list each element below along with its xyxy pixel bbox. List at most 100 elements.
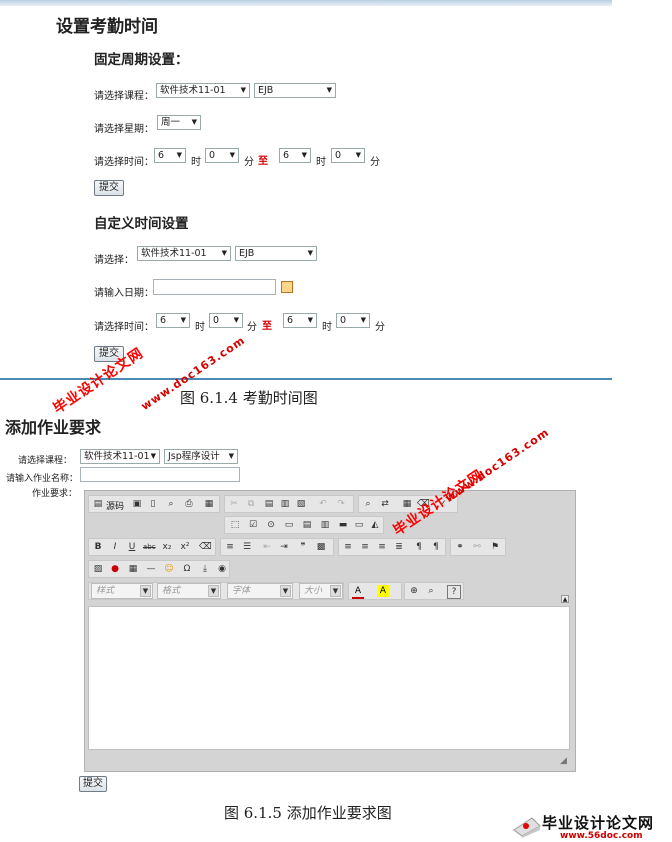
strike-icon[interactable]: abc xyxy=(143,541,156,553)
help-icon[interactable]: ? xyxy=(447,585,461,599)
textfield-icon[interactable]: ▭ xyxy=(283,519,295,531)
rtl-icon[interactable]: ¶ xyxy=(430,541,442,553)
templates-icon[interactable]: ▦ xyxy=(203,498,215,510)
paste-icon[interactable]: ▤ xyxy=(263,498,275,510)
iframe-icon[interactable]: ◉ xyxy=(216,563,228,575)
custom-end-minute-select[interactable]: 0 ▼ xyxy=(336,313,370,328)
image-icon[interactable]: ▨ xyxy=(92,563,104,575)
start-minute-select[interactable]: 0 ▼ xyxy=(205,148,239,163)
unlink-icon[interactable]: ⚯ xyxy=(471,541,483,553)
course-select[interactable]: 软件技术11-01 ▼ xyxy=(156,83,250,98)
indent-icon[interactable]: ⇥ xyxy=(278,541,290,553)
redo-icon[interactable]: ↷ xyxy=(335,498,347,510)
paste-word-icon[interactable]: ▧ xyxy=(295,498,307,510)
page-title: 设置考勤时间 xyxy=(56,17,158,37)
bg-color-icon[interactable]: A xyxy=(377,585,389,597)
bold-icon[interactable]: B xyxy=(92,541,104,553)
maximize-icon[interactable]: ⊕ xyxy=(408,585,420,597)
new-page-icon[interactable]: ▯ xyxy=(147,498,159,510)
style-combo[interactable]: 样式 ▼ xyxy=(91,583,153,599)
preview-icon[interactable]: ⌕ xyxy=(165,498,177,510)
end-hour-select[interactable]: 6 ▼ xyxy=(279,148,311,163)
end-minute-select[interactable]: 0 ▼ xyxy=(331,148,365,163)
button-field-icon[interactable]: ▬ xyxy=(337,519,349,531)
calendar-icon[interactable] xyxy=(281,281,293,293)
custom-course-select[interactable]: 软件技术11-01 ▼ xyxy=(137,246,231,261)
align-center-icon[interactable]: ≡ xyxy=(359,541,371,553)
toolbar-group-links: ⚭ ⚯ ⚑ xyxy=(450,538,506,556)
start-hour-select[interactable]: 6 ▼ xyxy=(154,148,186,163)
source-icon[interactable]: ▤ xyxy=(92,498,104,510)
replace-icon[interactable]: ⇄ xyxy=(379,498,391,510)
custom-start-minute-select[interactable]: 0 ▼ xyxy=(209,313,243,328)
hw-name-input[interactable] xyxy=(80,467,240,482)
find-icon[interactable]: ⌕ xyxy=(362,498,374,510)
chevron-down-icon: ▼ xyxy=(280,585,291,597)
hw-subject-select[interactable]: Jsp程序设计 ▼ xyxy=(164,449,238,464)
radio-icon[interactable]: ⊙ xyxy=(265,519,277,531)
date-input[interactable] xyxy=(153,279,276,295)
flash-icon[interactable]: ● xyxy=(109,563,121,575)
custom-start-hour-select[interactable]: 6 ▼ xyxy=(156,313,190,328)
text-color-icon[interactable]: A xyxy=(352,585,364,599)
align-left-icon[interactable]: ≡ xyxy=(342,541,354,553)
figure-caption-homework: 图 6.1.5 添加作业要求图 xyxy=(224,804,392,822)
align-justify-icon[interactable]: ≣ xyxy=(393,541,405,553)
anchor-flag-icon[interactable]: ⚑ xyxy=(489,541,501,553)
homework-title: 添加作业要求 xyxy=(5,418,102,437)
editor-content-area[interactable] xyxy=(88,606,570,750)
week-label: 请选择星期： xyxy=(94,124,154,135)
font-combo[interactable]: 字体 ▼ xyxy=(227,583,293,599)
underline-icon[interactable]: U xyxy=(126,541,138,553)
hidden-field-icon[interactable]: ◭ xyxy=(369,519,381,531)
hw-course-label: 请选择课程： xyxy=(18,456,73,466)
bullet-list-icon[interactable]: ☰ xyxy=(241,541,253,553)
div-icon[interactable]: ▩ xyxy=(315,541,327,553)
textarea-icon[interactable]: ▤ xyxy=(301,519,313,531)
logo-icon xyxy=(513,817,541,838)
align-right-icon[interactable]: ≡ xyxy=(376,541,388,553)
copy-icon[interactable]: ⧉ xyxy=(245,498,257,510)
select-field-icon[interactable]: ▥ xyxy=(319,519,331,531)
undo-icon[interactable]: ↶ xyxy=(317,498,329,510)
eraser-icon[interactable]: ⌫ xyxy=(199,541,212,553)
fixed-submit-button[interactable]: 提交 xyxy=(94,180,124,196)
blockquote-icon[interactable]: ❞ xyxy=(297,541,309,553)
save-icon[interactable]: ▣ xyxy=(131,498,143,510)
resize-grip-icon[interactable]: ◢ xyxy=(560,756,570,766)
subscript-icon[interactable]: x₂ xyxy=(161,541,173,553)
subject-select[interactable]: EJB ▼ xyxy=(254,83,336,98)
week-select[interactable]: 周一 ▼ xyxy=(157,115,201,130)
outdent-icon[interactable]: ⇤ xyxy=(261,541,273,553)
numbered-list-icon[interactable]: ≡ xyxy=(224,541,236,553)
chevron-down-icon: ▼ xyxy=(150,452,156,460)
custom-end-hour-select[interactable]: 6 ▼ xyxy=(283,313,317,328)
page-break-icon[interactable]: ⤓ xyxy=(199,563,211,575)
minute-unit: 分 xyxy=(247,322,257,333)
form-icon[interactable]: ⬚ xyxy=(229,519,241,531)
paste-text-icon[interactable]: ▥ xyxy=(279,498,291,510)
to-separator: 至 xyxy=(262,321,272,332)
cut-icon[interactable]: ✂ xyxy=(228,498,240,510)
custom-time-heading: 自定义时间设置 xyxy=(94,216,189,232)
collapse-toolbar-icon[interactable]: ▲ xyxy=(561,595,569,603)
italic-icon[interactable]: I xyxy=(109,541,121,553)
link-icon[interactable]: ⚭ xyxy=(454,541,466,553)
checkbox-icon[interactable]: ☑ xyxy=(247,519,259,531)
size-combo[interactable]: 大小 ▼ xyxy=(299,583,343,599)
ltr-icon[interactable]: ¶ xyxy=(413,541,425,553)
print-icon[interactable]: ⎙ xyxy=(183,498,195,510)
hw-course-select[interactable]: 软件技术11-01 ▼ xyxy=(80,449,160,464)
format-combo[interactable]: 格式 ▼ xyxy=(157,583,221,599)
custom-subject-select[interactable]: EJB ▼ xyxy=(235,246,317,261)
special-char-icon[interactable]: Ω xyxy=(181,563,193,575)
show-blocks-icon[interactable]: ⌕ xyxy=(425,585,437,597)
chevron-down-icon: ▼ xyxy=(240,86,246,94)
table-icon[interactable]: ▦ xyxy=(127,563,139,575)
smiley-icon[interactable]: ☺ xyxy=(163,563,175,575)
source-button[interactable]: 源码 xyxy=(106,499,124,512)
homework-submit-button[interactable]: 提交 xyxy=(79,776,107,792)
image-button-icon[interactable]: ▭ xyxy=(353,519,365,531)
horizontal-rule-icon[interactable]: — xyxy=(145,563,157,575)
superscript-icon[interactable]: x² xyxy=(179,541,191,553)
